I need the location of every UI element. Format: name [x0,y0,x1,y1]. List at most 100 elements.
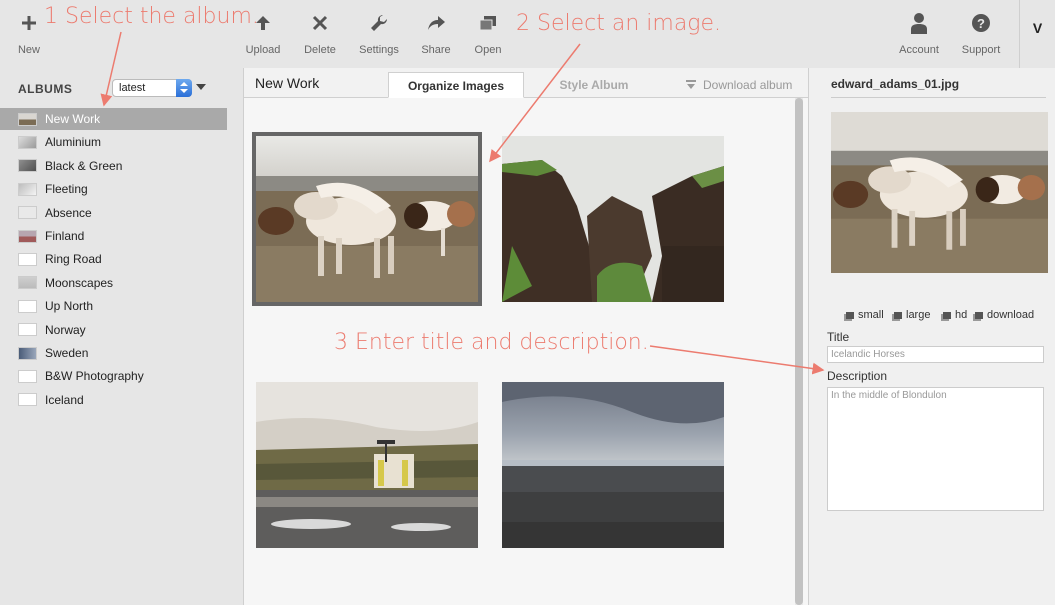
x-icon [312,15,328,31]
image-details-panel: edward_adams_01.jpg small large hd downl… [808,68,1055,605]
album-menu-triangle-icon[interactable] [196,84,206,90]
user-indicator[interactable]: V [1019,0,1055,68]
album-thumbnail [18,206,37,220]
open-button[interactable]: Open [468,0,508,68]
image-size-icon [975,311,983,319]
image-size-icon [846,311,854,319]
sidebar-album-item[interactable]: Up North [0,295,227,317]
title-input[interactable]: Icelandic Horses [827,346,1044,363]
new-button[interactable]: New [13,0,45,68]
albums-heading: ALBUMS [18,82,73,96]
support-button-label: Support [961,44,1001,56]
sidebar-album-item[interactable]: Iceland [0,389,227,411]
share-button[interactable]: Share [416,0,456,68]
album-thumbnail [18,159,37,173]
image-preview [831,112,1048,273]
plus-icon [22,16,36,30]
person-icon [911,13,927,34]
album-label: Moonscapes [45,275,114,290]
settings-button-label: Settings [359,44,399,56]
album-thumbnail [18,299,37,313]
image-filename: edward_adams_01.jpg [831,77,1046,98]
sidebar-album-item[interactable]: Absence [0,202,227,224]
album-thumbnail [18,252,37,266]
size-link-large[interactable]: large [894,309,930,321]
sidebar-album-item[interactable]: Finland [0,225,227,247]
description-textarea[interactable]: In the middle of Blondulon [827,387,1044,511]
content-header: New Work Organize Images Style Album Dow… [244,68,808,98]
new-button-label: New [17,44,40,56]
sidebar-album-item[interactable]: Fleeting [0,178,227,200]
content-scrollbar-thumb[interactable] [795,98,803,605]
download-album-label: Download album [703,78,793,92]
description-label: Description [827,369,888,383]
album-label: Aluminium [45,135,102,150]
size-link-hd[interactable]: hd [943,309,967,321]
delete-button[interactable]: Delete [300,0,340,68]
album-thumbnail [18,276,37,290]
album-thumbnail [18,135,37,149]
size-link-small[interactable]: small [846,309,884,321]
size-link-download[interactable]: download [975,309,1034,321]
image-thumb-horses[interactable] [252,132,482,306]
horses-photo [256,136,478,302]
sidebar-album-item[interactable]: Norway [0,319,227,341]
tab-style-album[interactable]: Style Album [526,72,662,98]
wrench-icon [371,14,388,32]
album-thumbnail [18,369,37,383]
title-label: Title [827,330,850,344]
open-button-label: Open [474,44,502,56]
album-label: New Work [45,112,101,126]
album-label: Fleeting [45,182,88,197]
svg-text:?: ? [977,16,985,31]
sidebar-album-item[interactable]: Ring Road [0,248,227,270]
album-title: New Work [255,75,320,91]
image-size-icon [894,311,902,319]
image-thumb-lava-field[interactable] [502,382,724,548]
size-small-label: small [858,309,884,321]
question-circle-icon: ? [972,14,990,32]
support-button[interactable]: ? Support [957,0,1005,68]
image-thumb-gas-station[interactable] [256,382,478,548]
sidebar-album-item[interactable]: B&W Photography [0,365,227,387]
tab-organize-images[interactable]: Organize Images [388,72,524,98]
sidebar-album-item[interactable]: Aluminium [0,131,227,153]
annotation-step-1: 1 Select the album. [44,4,259,29]
image-thumb-cliffs[interactable] [502,136,724,302]
sidebar-album-item[interactable]: Black & Green [0,155,227,177]
size-download-label: download [987,309,1035,321]
sidebar-album-item[interactable]: New Work [0,108,227,130]
open-windows-icon [479,16,496,31]
album-thumbnail [18,323,37,337]
account-button[interactable]: Account [895,0,943,68]
album-label: Black & Green [45,158,123,173]
size-large-label: large [906,309,931,321]
download-icon [686,80,696,89]
album-sort-select[interactable]: latest [112,79,192,97]
cliffs-photo [502,136,724,302]
album-thumbnail [18,182,37,196]
lava-field-photo [502,382,724,548]
horses-preview-photo [831,112,1048,273]
sidebar-album-item[interactable]: Moonscapes [0,272,227,294]
album-thumbnail [18,393,37,407]
account-button-label: Account [899,44,939,56]
delete-button-label: Delete [304,44,336,56]
album-thumbnail [18,229,37,243]
share-button-label: Share [421,44,451,56]
album-label: Finland [45,229,85,243]
album-sort-value: latest [119,82,146,94]
download-album-link[interactable]: Download album [685,78,792,92]
share-arrow-icon [428,16,445,30]
select-stepper-icon [176,79,192,97]
settings-button[interactable]: Settings [356,0,402,68]
upload-button-label: Upload [245,44,281,56]
album-thumbnail [18,346,37,360]
album-label: Ring Road [45,252,102,267]
albums-sidebar: ALBUMS latest New Work Aluminium Black & G… [0,68,244,605]
sidebar-album-item[interactable]: Sweden [0,342,227,364]
album-label: Up North [45,299,94,314]
image-size-icon [943,311,951,319]
album-label: Absence [45,205,92,220]
album-label: Sweden [45,346,89,360]
